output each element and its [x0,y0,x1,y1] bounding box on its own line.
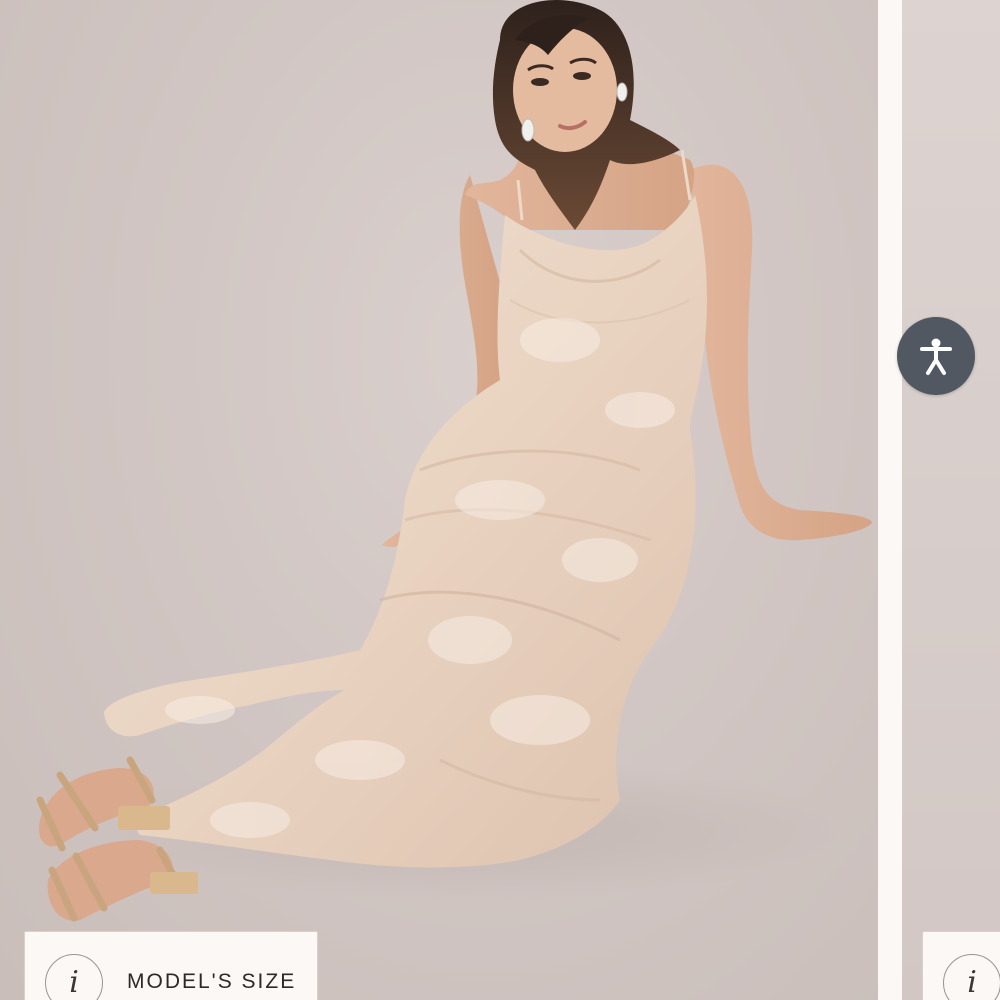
info-icon: i [45,954,103,1000]
accessibility-icon [920,338,952,375]
info-icon-glyph: i [69,965,79,1000]
model-size-button[interactable]: i MODEL'S SIZE [24,931,318,1000]
product-photo [36,0,872,922]
model-size-label: MODEL'S SIZE [127,970,297,993]
product-gallery: i MODEL'S SIZE i [0,0,1000,1000]
info-icon: i [943,954,1000,1000]
accessibility-button[interactable] [897,317,975,395]
gallery-slide-main[interactable]: i MODEL'S SIZE [0,0,878,1000]
model-size-button-next[interactable]: i [922,931,1000,1000]
info-icon-glyph: i [967,965,977,1000]
gallery-slide-next[interactable] [902,0,1000,1000]
